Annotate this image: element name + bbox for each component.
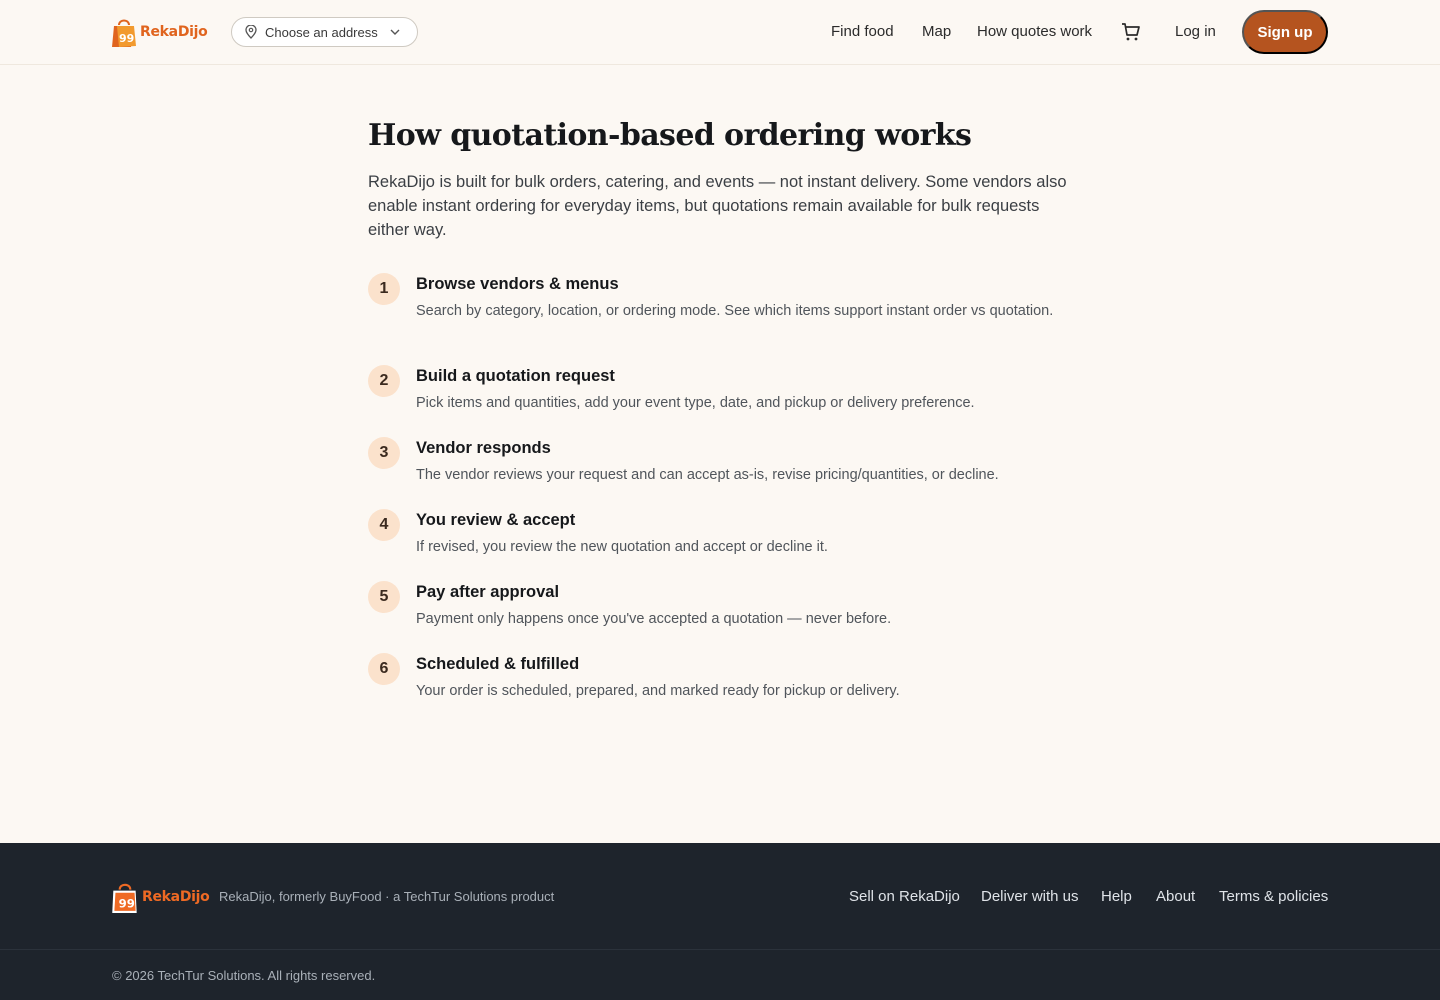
footer-link-deliver[interactable]: Deliver with us: [981, 888, 1079, 905]
footer-top: 99 RekaDijo RekaDijo, formerly BuyFood ·…: [0, 843, 1440, 950]
address-selector[interactable]: Choose an address: [231, 17, 418, 47]
site-footer: 99 RekaDijo RekaDijo, formerly BuyFood ·…: [0, 843, 1440, 1000]
intro-paragraph: RekaDijo is built for bulk orders, cater…: [368, 173, 1067, 239]
step-title: Build a quotation request: [416, 367, 615, 385]
step-number: 5: [368, 581, 400, 613]
svg-text:99: 99: [119, 32, 134, 45]
step-number: 4: [368, 509, 400, 541]
step-title: Pay after approval: [416, 583, 560, 601]
nav-how-quotes-work[interactable]: How quotes work: [977, 23, 1092, 40]
step-description: Pick items and quantities, add your even…: [416, 395, 975, 411]
step-description: Payment only happens once you've accepte…: [416, 611, 892, 627]
step-description: If revised, you review the new quotation…: [416, 539, 828, 555]
shopping-bag-logo-icon: 99: [112, 883, 137, 913]
step-description: Your order is scheduled, prepared, and m…: [416, 683, 900, 699]
nav-map[interactable]: Map: [922, 23, 951, 40]
nav-find-food[interactable]: Find food: [831, 23, 894, 40]
map-pin-icon: [245, 25, 257, 39]
step-title: Scheduled & fulfilled: [416, 655, 580, 673]
step-number: 6: [368, 653, 400, 685]
login-link[interactable]: Log in: [1175, 23, 1216, 40]
footer-brand-logo[interactable]: 99 RekaDijo: [111, 880, 210, 914]
step-description: Search by category, location, or orderin…: [416, 303, 1054, 319]
step-number: 3: [368, 437, 400, 469]
footer-link-terms[interactable]: Terms & policies: [1219, 888, 1328, 905]
page-title: How quotation-based ordering works: [368, 118, 972, 153]
cart-icon[interactable]: [1121, 22, 1141, 42]
footer-link-sell[interactable]: Sell on RekaDijo: [849, 888, 960, 905]
signup-button[interactable]: Sign up: [1242, 10, 1328, 54]
footer-brand-wordmark: RekaDijo: [142, 889, 210, 905]
step-number: 1: [368, 273, 400, 305]
shopping-bag-logo-icon: 99: [112, 19, 136, 47]
svg-text:99: 99: [119, 897, 135, 911]
chevron-down-icon: [390, 29, 400, 35]
brand-logo[interactable]: 99 RekaDijo: [111, 15, 208, 49]
site-header: 99 RekaDijo Choose an address Find food …: [0, 0, 1440, 65]
footer-link-about[interactable]: About: [1156, 888, 1195, 905]
step-description: The vendor reviews your request and can …: [416, 467, 999, 483]
step-number: 2: [368, 365, 400, 397]
footer-tagline: RekaDijo, formerly BuyFood · a TechTur S…: [219, 889, 555, 904]
step-title: You review & accept: [416, 511, 576, 529]
brand-wordmark: RekaDijo: [140, 24, 208, 40]
copyright: © 2026 TechTur Solutions. All rights res…: [112, 968, 376, 983]
footer-link-help[interactable]: Help: [1101, 888, 1132, 905]
step-title: Browse vendors & menus: [416, 275, 619, 293]
step-title: Vendor responds: [416, 439, 551, 457]
address-placeholder: Choose an address: [265, 24, 378, 40]
